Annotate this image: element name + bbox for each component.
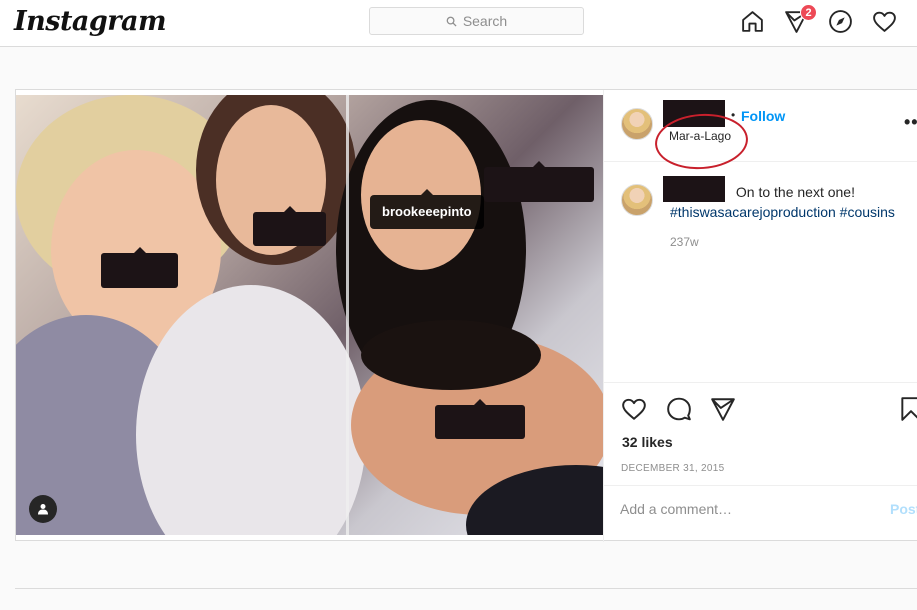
explore-icon[interactable] xyxy=(828,9,853,34)
home-icon[interactable] xyxy=(740,9,765,34)
likes-count[interactable]: 32 likes xyxy=(622,434,673,450)
share-icon[interactable] xyxy=(710,396,736,422)
notification-badge: 2 xyxy=(800,4,817,21)
post-date: DECEMBER 31, 2015 xyxy=(621,463,725,474)
comment-input[interactable]: Add a comment… xyxy=(620,501,732,517)
nav-icons: 2 xyxy=(740,4,897,34)
activity-heart-icon[interactable] xyxy=(872,9,897,34)
user-icon xyxy=(38,504,48,515)
redacted-tag-2[interactable] xyxy=(253,206,326,246)
author-avatar[interactable] xyxy=(621,108,653,140)
caption-author-avatar[interactable] xyxy=(621,184,653,216)
post-card: brookeeepinto • Follow Mar-a-Lago ••• On… xyxy=(15,89,917,542)
bookmark-icon[interactable] xyxy=(898,396,917,422)
post-actions: 32 likes DECEMBER 31, 2015 Add a comment… xyxy=(604,382,917,532)
caption-text: On to the next one! xyxy=(735,184,855,200)
like-icon[interactable] xyxy=(621,396,647,422)
post-photo[interactable]: brookeeepinto xyxy=(16,95,603,535)
redacted-tag-4[interactable] xyxy=(435,399,525,439)
follow-button[interactable]: Follow xyxy=(741,108,785,124)
more-options-icon[interactable]: ••• xyxy=(904,112,917,133)
person-bottom-hair xyxy=(361,320,541,390)
comment-icon[interactable] xyxy=(666,396,692,422)
redacted-tag-1[interactable] xyxy=(101,247,178,288)
top-navigation-bar: Instagram Search 2 xyxy=(0,0,917,47)
search-placeholder: Search xyxy=(462,13,508,29)
search-icon xyxy=(446,16,457,27)
photo-divider xyxy=(346,95,349,535)
post-sidebar: • Follow Mar-a-Lago ••• On to the next o… xyxy=(603,90,917,542)
caption-timestamp[interactable]: 237w xyxy=(670,235,699,249)
instagram-logo[interactable]: Instagram xyxy=(14,6,167,37)
tagged-users-button[interactable] xyxy=(29,495,57,523)
direct-icon[interactable]: 2 xyxy=(784,4,817,34)
search-input[interactable]: Search xyxy=(369,7,584,35)
redacted-tag-3[interactable] xyxy=(484,161,594,202)
post-comment-button[interactable]: Post xyxy=(890,501,917,517)
post-header: • Follow Mar-a-Lago ••• xyxy=(604,90,917,173)
post-caption: On to the next one! #thiswasacarejoprodu… xyxy=(670,182,917,222)
caption-hashtags[interactable]: #thiswasacarejoproduction #cousins xyxy=(670,204,895,220)
user-tag-label[interactable]: brookeeepinto xyxy=(370,189,484,229)
comment-bar: Add a comment… Post xyxy=(604,485,917,535)
page-divider xyxy=(15,588,917,589)
